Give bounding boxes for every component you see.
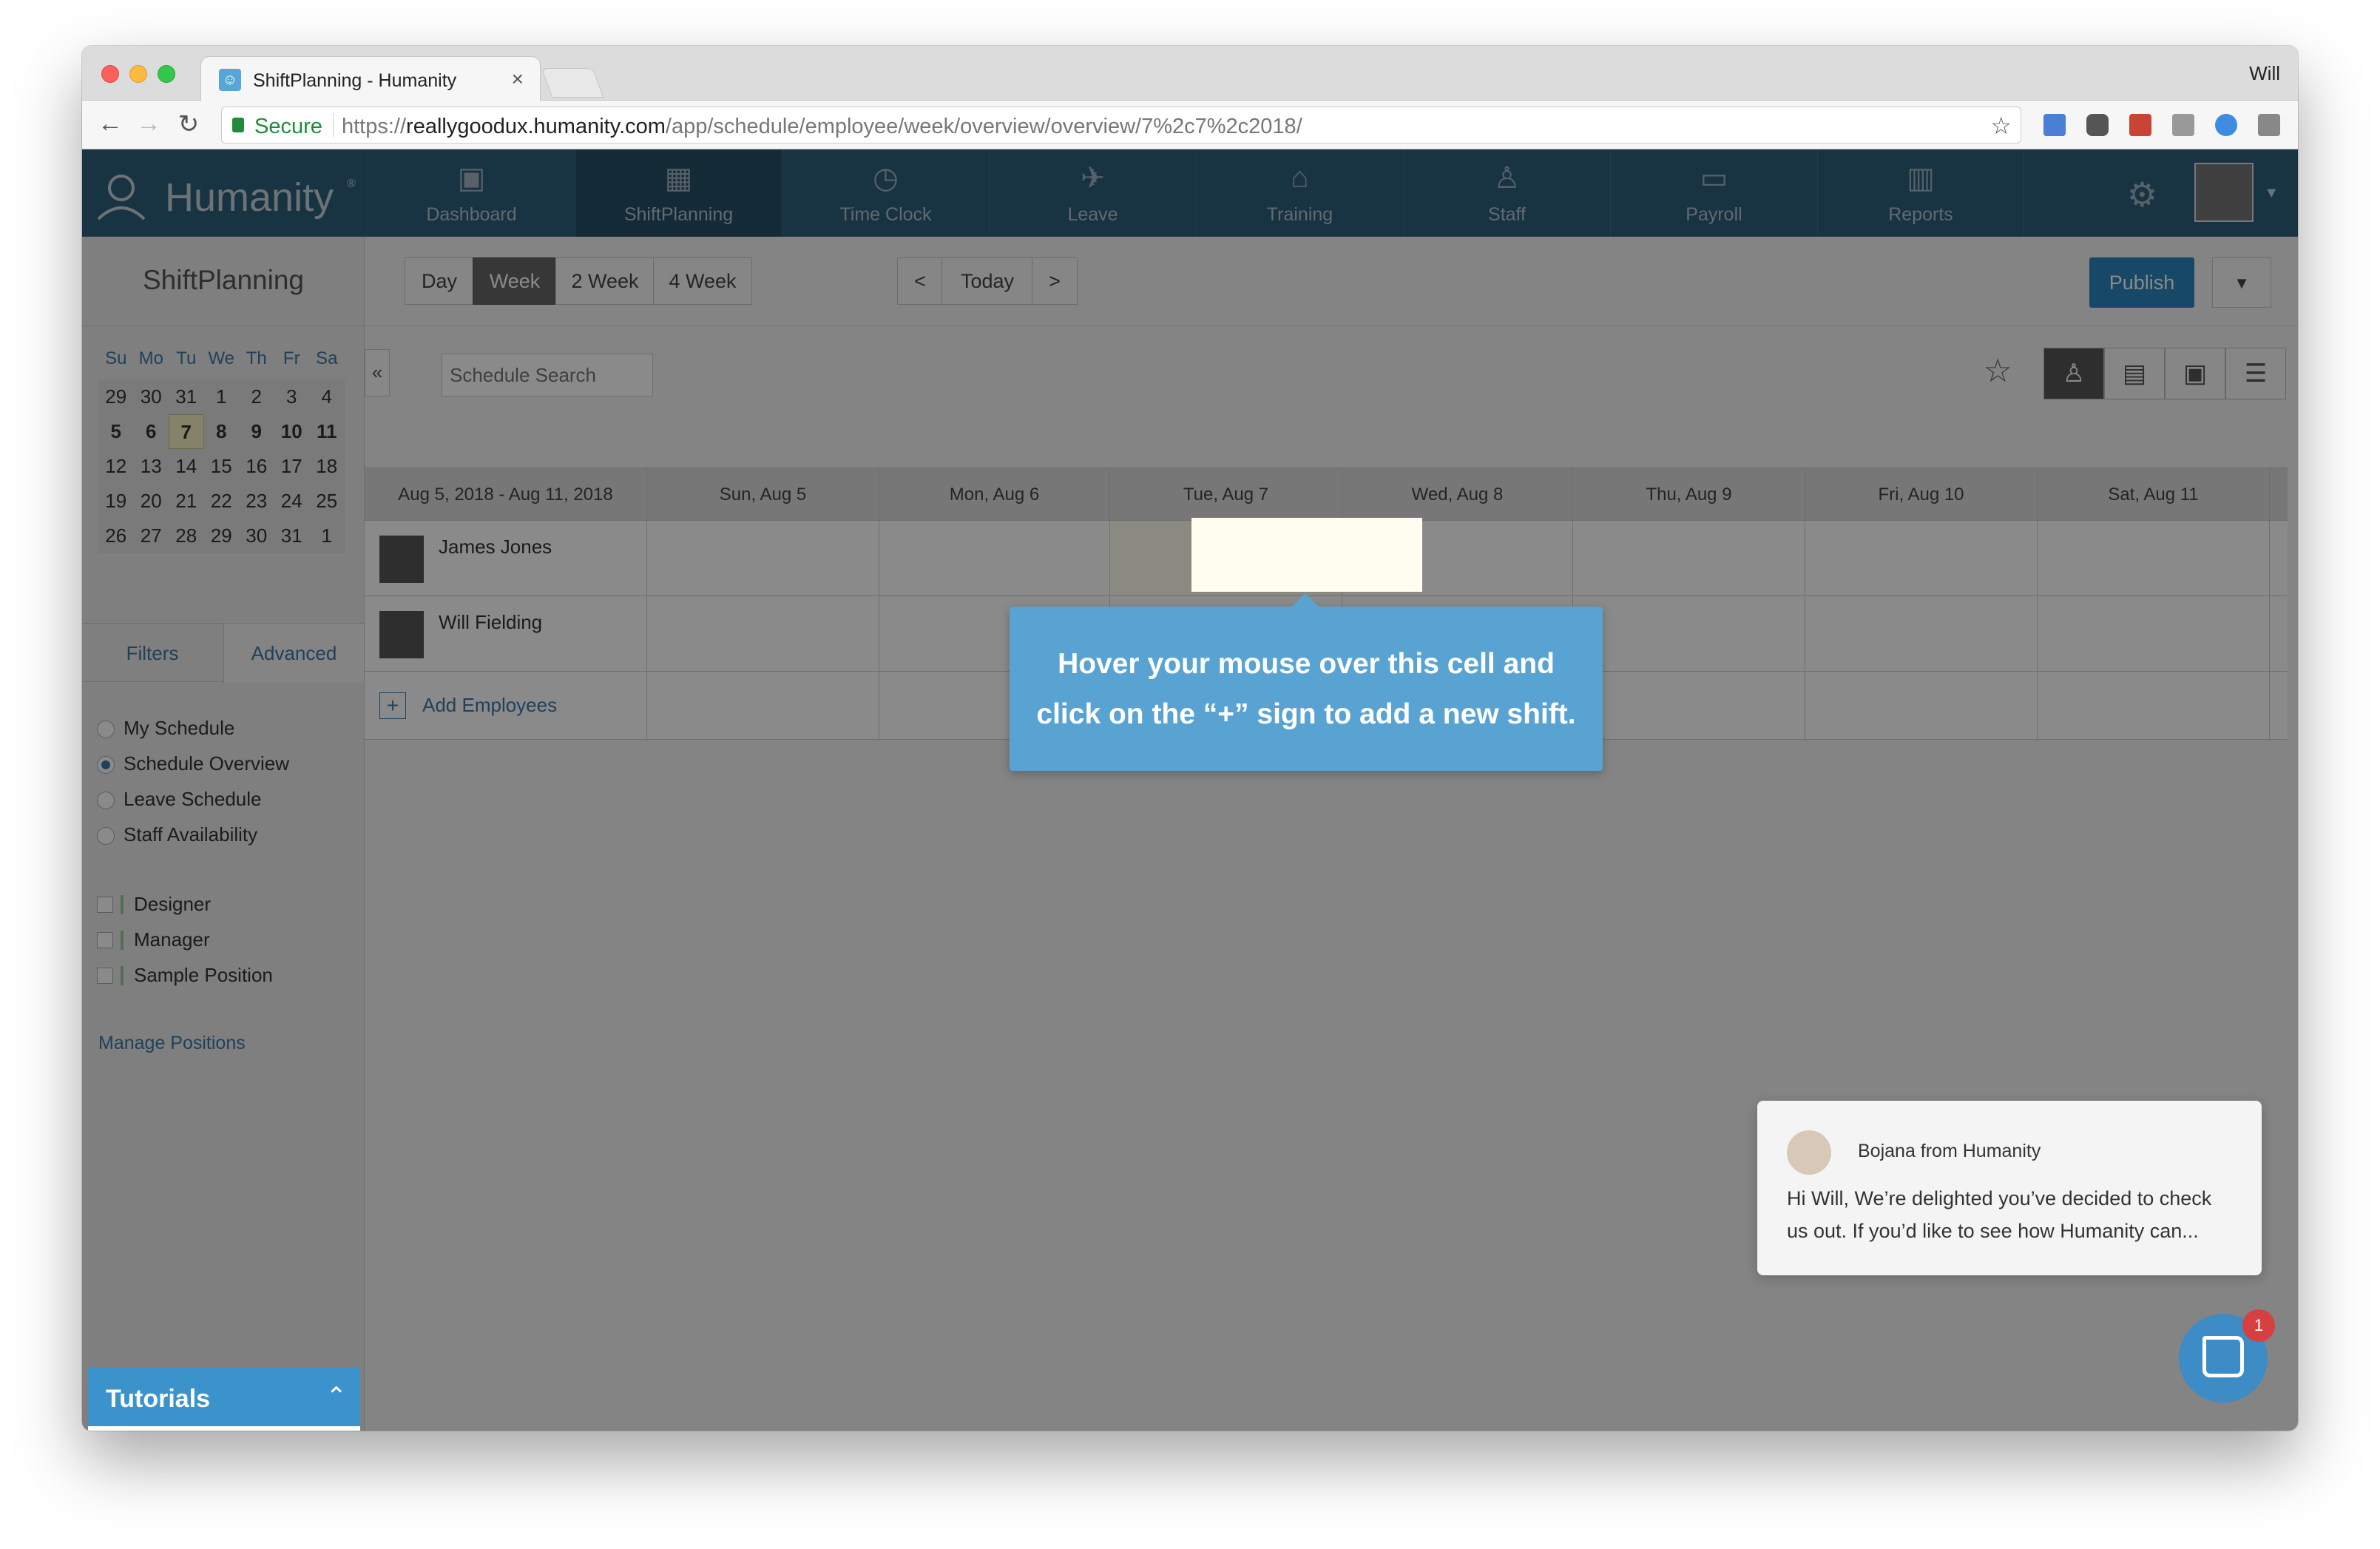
chat-sender: Bojana from Humanity: [1858, 1141, 2041, 1161]
tab-close-icon[interactable]: ×: [512, 67, 524, 91]
chat-message-popup[interactable]: Bojana from Humanity Hi Will, We’re deli…: [1757, 1101, 2262, 1275]
browser-tab[interactable]: ☺ ShiftPlanning - Humanity ×: [200, 56, 541, 102]
url-text: https://reallygoodux.humanity.com/app/sc…: [342, 115, 1302, 138]
chevron-up-icon[interactable]: ⌃: [326, 1382, 348, 1411]
pocket-icon[interactable]: [2086, 114, 2109, 136]
tooltip-line-1: Hover your mouse over this cell and: [1058, 648, 1555, 680]
camera-icon[interactable]: [2258, 114, 2280, 136]
humanity-favicon-icon: ☺: [219, 69, 241, 91]
secure-label: Secure: [254, 115, 322, 138]
tutorials-panel-visible[interactable]: Tutorials ⌃: [88, 1367, 360, 1431]
zoom-icon[interactable]: [2215, 114, 2237, 136]
back-arrow-icon[interactable]: ←: [95, 109, 125, 138]
browser-toolbar: ← → ↻ Secure https://reallygoodux.humani…: [82, 101, 2298, 149]
lock-icon: [232, 118, 244, 132]
browser-profile-name[interactable]: Will: [2249, 62, 2280, 85]
avatar: [1787, 1130, 1831, 1175]
address-bar[interactable]: Secure https://reallygoodux.humanity.com…: [221, 107, 2021, 144]
extension-book-icon[interactable]: [2129, 114, 2151, 136]
chat-bubble-icon: [2202, 1336, 2244, 1377]
chat-message: Hi Will, We’re delighted you’ve decided …: [1787, 1187, 2212, 1242]
minimize-window-button[interactable]: [129, 65, 147, 83]
tutorial-tooltip: Hover your mouse over this cell and clic…: [1010, 593, 1603, 771]
unread-count-badge: 1: [2242, 1309, 2275, 1342]
tab-title: ShiftPlanning - Humanity: [253, 70, 457, 91]
new-tab-button[interactable]: [541, 68, 604, 98]
extension-icon[interactable]: [2043, 114, 2066, 136]
browser-tab-strip: ☺ ShiftPlanning - Humanity × Will: [82, 46, 2298, 102]
spotlight-shift-cell[interactable]: [1191, 518, 1422, 592]
maximize-window-button[interactable]: [158, 65, 175, 83]
tooltip-line-2: click on the “+” sign to add a new shift…: [1036, 698, 1576, 730]
bookmark-star-icon[interactable]: ☆: [1990, 112, 2012, 140]
extension-mail-icon[interactable]: [2172, 114, 2194, 136]
close-window-button[interactable]: [101, 65, 119, 83]
reload-icon[interactable]: ↻: [174, 109, 203, 139]
forward-arrow-icon[interactable]: →: [134, 109, 163, 138]
